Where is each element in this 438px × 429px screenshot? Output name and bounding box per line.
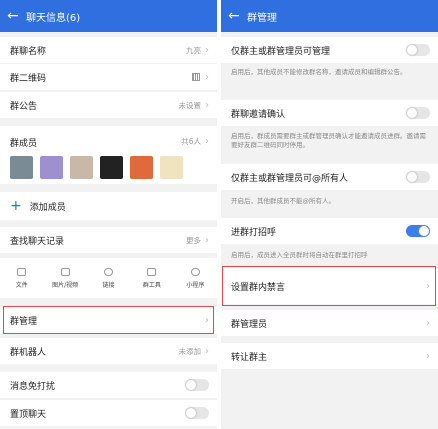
only-admin-manage-row: 仅群主或群管理员可管理 [221, 37, 438, 63]
group-name-row[interactable]: 群聊名称 九亮 › [0, 37, 217, 63]
tool-label: 图片/视频 [52, 281, 79, 289]
group-qr-row[interactable]: 群二维码 › [0, 64, 217, 90]
chevron-right-icon: › [426, 317, 430, 329]
group-name-value: 九亮 [186, 45, 201, 55]
highlight-box [222, 266, 436, 306]
members-count: 共6人 [181, 137, 201, 146]
at-all-row: 仅群主或群管理员可@所有人 [221, 164, 438, 190]
tool-label: 链接 [102, 281, 115, 289]
group-robot-row[interactable]: 群机器人 未添加 › [0, 338, 217, 364]
transfer-owner-row[interactable]: 转让群主 › [221, 343, 438, 369]
at-all-label: 仅群主或群管理员可@所有人 [231, 173, 349, 184]
group-name-label: 群聊名称 [10, 46, 47, 57]
group-robot-value: 未添加 [178, 346, 202, 356]
screen: ← 聊天信息(6) 群聊名称 九亮 › 群二维码 › 群公告 未设置 › 群成员… [0, 0, 438, 429]
welcome-label: 进群打招呼 [231, 227, 277, 238]
qr-code-icon [192, 73, 200, 81]
member-avatars [10, 156, 183, 179]
group-manage-header: ← 群管理 [221, 0, 438, 32]
invite-confirm-label: 群聊邀请确认 [231, 109, 286, 120]
welcome-row: 进群打招呼 [221, 218, 438, 244]
mute-label: 消息免打扰 [10, 381, 56, 392]
transfer-owner-label: 转让群主 [231, 352, 268, 363]
mini-program-icon [190, 267, 200, 276]
highlight-box [3, 306, 214, 334]
chat-info-panel: ← 聊天信息(6) 群聊名称 九亮 › 群二维码 › 群公告 未设置 › 群成员… [0, 0, 217, 429]
find-history-label: 查找聊天记录 [10, 236, 65, 247]
chevron-right-icon: › [205, 71, 209, 83]
tool-label: 群工具 [142, 281, 161, 289]
page-title: 群管理 [247, 12, 277, 24]
back-arrow-icon[interactable]: ← [0, 8, 26, 24]
mute-toggle[interactable] [185, 379, 209, 391]
avatar[interactable] [130, 156, 153, 179]
find-history-more: 更多 [186, 235, 201, 245]
find-history-row[interactable]: 查找聊天记录 更多 › [0, 227, 217, 253]
tool-label: 文件 [15, 281, 28, 289]
chevron-right-icon: › [426, 350, 430, 362]
pin-label: 置顶聊天 [10, 409, 47, 420]
group-qr-label: 群二维码 [10, 73, 47, 84]
chat-info-header: ← 聊天信息(6) [0, 0, 217, 32]
avatar[interactable] [100, 156, 123, 179]
toolbox-icon [147, 267, 157, 276]
add-member-row[interactable]: + 添加成员 [0, 192, 217, 220]
tool-label: 小程序 [186, 281, 205, 289]
page-title: 聊天信息(6) [26, 12, 81, 24]
only-admin-manage-label: 仅群主或群管理员可管理 [231, 46, 331, 57]
chevron-right-icon: › [205, 44, 209, 56]
tool-mini-program[interactable]: 小程序 [174, 258, 217, 298]
avatar[interactable] [70, 156, 93, 179]
group-robot-label: 群机器人 [10, 347, 47, 358]
tool-group-tools[interactable]: 群工具 [130, 258, 173, 298]
avatar[interactable] [40, 156, 63, 179]
invite-confirm-desc: 启用后，群成员需要群主或群管理员确认才能邀请成员进群。邀请需要好友群二维码同时停… [231, 132, 426, 149]
tool-link[interactable]: 链接 [87, 258, 130, 298]
members-label: 群成员 [10, 139, 38, 149]
announcement-value: 未设置 [178, 100, 202, 110]
announcement-row[interactable]: 群公告 未设置 › [0, 92, 217, 118]
welcome-desc: 启用后，成员进入全员群时将自动在群里打招呼 [231, 251, 368, 259]
mute-row: 消息免打扰 [0, 372, 217, 398]
add-member-label: 添加成员 [29, 202, 66, 213]
group-manage-panel: ← 群管理 仅群主或群管理员可管理 启用后，其他成员不能修改群名称，邀请成员和编… [221, 0, 438, 429]
tool-file[interactable]: 文件 [0, 258, 43, 298]
chevron-right-icon: › [205, 345, 209, 357]
back-arrow-icon[interactable]: ← [221, 8, 247, 24]
chevron-right-icon: › [205, 99, 209, 111]
file-icon [17, 267, 27, 276]
pin-toggle[interactable] [185, 407, 209, 419]
avatar[interactable] [10, 156, 33, 179]
invite-confirm-toggle[interactable] [406, 107, 430, 119]
avatar[interactable] [160, 156, 183, 179]
chevron-right-icon: › [205, 234, 209, 246]
at-all-desc: 开启后，其他群成员不能@所有人。 [231, 197, 335, 205]
chat-tools-bar: 文件 图片/视频 链接 群工具 小程序 [0, 258, 217, 298]
at-all-toggle[interactable] [406, 171, 430, 183]
announcement-label: 群公告 [10, 101, 38, 112]
tool-media[interactable]: 图片/视频 [43, 258, 86, 298]
link-icon [104, 267, 114, 276]
invite-confirm-row: 群聊邀请确认 [221, 100, 438, 126]
chevron-right-icon: › [205, 136, 209, 147]
admins-row[interactable]: 群管理员 › [221, 310, 438, 336]
welcome-toggle[interactable] [406, 225, 430, 237]
plus-icon: + [10, 198, 22, 214]
image-icon [60, 267, 70, 276]
admins-label: 群管理员 [231, 319, 268, 330]
only-admin-manage-desc: 启用后，其他成员不能修改群名称，邀请成员和编辑群公告。 [231, 68, 407, 76]
only-admin-manage-toggle[interactable] [406, 44, 430, 56]
pin-row: 置顶聊天 [0, 400, 217, 426]
